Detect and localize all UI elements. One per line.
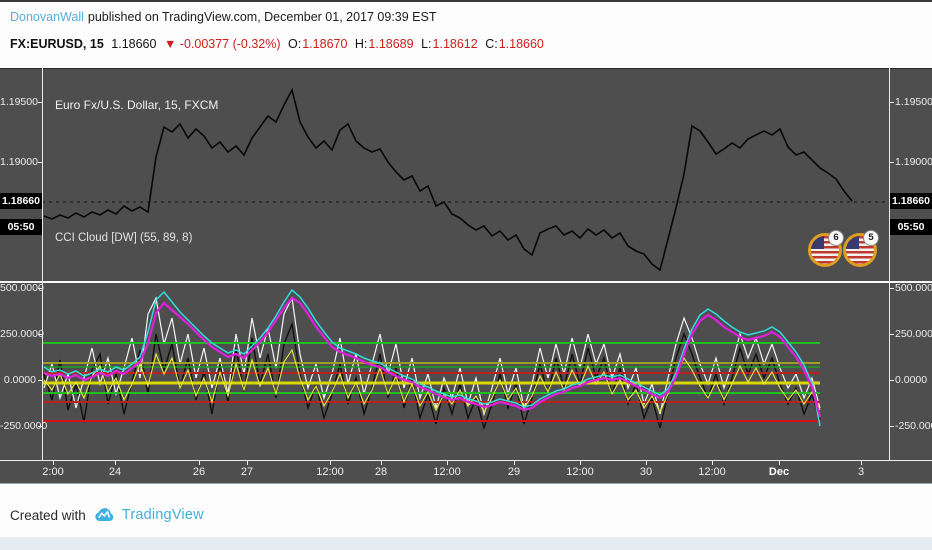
bar-countdown-badge: 05:50	[890, 219, 932, 235]
time-axis-label: 12:00	[316, 466, 344, 478]
flag-canton	[846, 236, 859, 249]
time-axis-tick	[646, 461, 647, 465]
flag-canton	[811, 236, 824, 249]
y-axis-tick	[890, 288, 894, 289]
y-axis-tick	[38, 162, 42, 163]
y-axis-tick	[890, 380, 894, 381]
published-chart-page: DonovanWall published on TradingView.com,…	[0, 0, 932, 550]
high-label: H:	[354, 37, 368, 51]
pane-divider[interactable]	[0, 281, 932, 283]
y-axis-tick	[890, 426, 894, 427]
y-axis-tick	[38, 102, 42, 103]
time-axis-tick	[580, 461, 581, 465]
y-axis-tick	[38, 380, 42, 381]
y-axis-label: 500.0000	[0, 282, 44, 294]
time-axis-label: 26	[192, 466, 206, 478]
time-axis-tick	[779, 461, 780, 465]
events-count-badge: 5	[863, 230, 879, 246]
y-axis-tick	[38, 426, 42, 427]
published-text: published on TradingView.com, December 0…	[87, 10, 437, 24]
time-axis-tick	[53, 461, 54, 465]
time-axis-label: 28	[374, 466, 388, 478]
left-price-scale-border	[42, 68, 43, 460]
y-axis-tick	[890, 334, 894, 335]
tradingview-brand-link[interactable]: TradingView	[122, 507, 204, 523]
time-axis-label: 2:00	[42, 466, 64, 478]
y-axis-tick	[38, 334, 42, 335]
low-value: 1.18612	[432, 37, 478, 51]
y-axis-label: 0.0000	[3, 374, 36, 386]
time-axis-tick	[115, 461, 116, 465]
y-axis-tick	[38, 288, 42, 289]
y-axis-label: 250.0000	[895, 328, 932, 340]
y-axis-tick	[890, 162, 894, 163]
time-axis-label: 24	[108, 466, 122, 478]
last-price: 1.18660	[111, 37, 157, 51]
author-link[interactable]: DonovanWall	[10, 10, 84, 24]
bottom-strip	[0, 537, 932, 550]
y-axis-label: 0.0000	[895, 374, 928, 386]
created-with-text: Created with	[10, 507, 86, 523]
y-axis-label: 250.0000	[0, 328, 44, 340]
footer: Created with TradingView	[10, 504, 204, 526]
time-axis-label: 27	[240, 466, 254, 478]
chart-canvas[interactable]	[0, 68, 932, 484]
y-axis-label: -250.0000	[0, 420, 48, 432]
y-axis-label: 1.19500	[895, 96, 932, 108]
time-axis-border	[0, 460, 932, 461]
close-value: 1.18660	[498, 37, 544, 51]
time-axis-tick	[247, 461, 248, 465]
time-axis-label: Dec	[768, 466, 790, 478]
time-axis-tick	[861, 461, 862, 465]
y-axis-label: 1.19000	[895, 156, 932, 168]
time-axis-label: 3	[857, 466, 865, 478]
time-axis-tick	[712, 461, 713, 465]
right-price-scale-border	[889, 68, 890, 460]
quote-line: FX:EURUSD, 15 1.18660 ▼ -0.00377 (-0.32%…	[10, 37, 548, 51]
y-axis-label: 1.19500	[0, 96, 38, 108]
time-axis-label: 12:00	[433, 466, 461, 478]
indicator-pane-title: CCI Cloud [DW] (55, 89, 8)	[55, 232, 193, 244]
open-value: 1.18670	[302, 37, 348, 51]
high-value: 1.18689	[368, 37, 414, 51]
y-axis-label: 1.19000	[0, 156, 38, 168]
events-count-badge: 6	[828, 230, 844, 246]
bar-countdown-badge: 05:50	[0, 219, 42, 235]
time-axis-tick	[514, 461, 515, 465]
close-label: C:	[485, 37, 498, 51]
y-axis-label: 500.0000	[895, 282, 932, 294]
time-axis-tick	[199, 461, 200, 465]
time-axis-label: 12:00	[698, 466, 726, 478]
y-axis-label: -250.0000	[895, 420, 932, 432]
open-label: O:	[288, 37, 302, 51]
tradingview-logo-icon	[93, 504, 115, 526]
time-axis-tick	[381, 461, 382, 465]
y-axis-tick	[890, 102, 894, 103]
publish-header: DonovanWall published on TradingView.com,…	[10, 10, 437, 24]
time-axis-label: 12:00	[566, 466, 594, 478]
symbol-label: FX:EURUSD, 15	[10, 37, 104, 51]
time-axis-tick	[447, 461, 448, 465]
time-axis-tick	[330, 461, 331, 465]
last-price-badge: 1.18660	[890, 193, 932, 209]
last-price-badge: 1.18660	[0, 193, 42, 209]
time-axis-label: 29	[507, 466, 521, 478]
price-pane-title: Euro Fx/U.S. Dollar, 15, FXCM	[55, 98, 219, 112]
price-change: ▼ -0.00377 (-0.32%)	[163, 37, 281, 51]
time-axis-label: 30	[639, 466, 653, 478]
low-label: L:	[421, 37, 432, 51]
